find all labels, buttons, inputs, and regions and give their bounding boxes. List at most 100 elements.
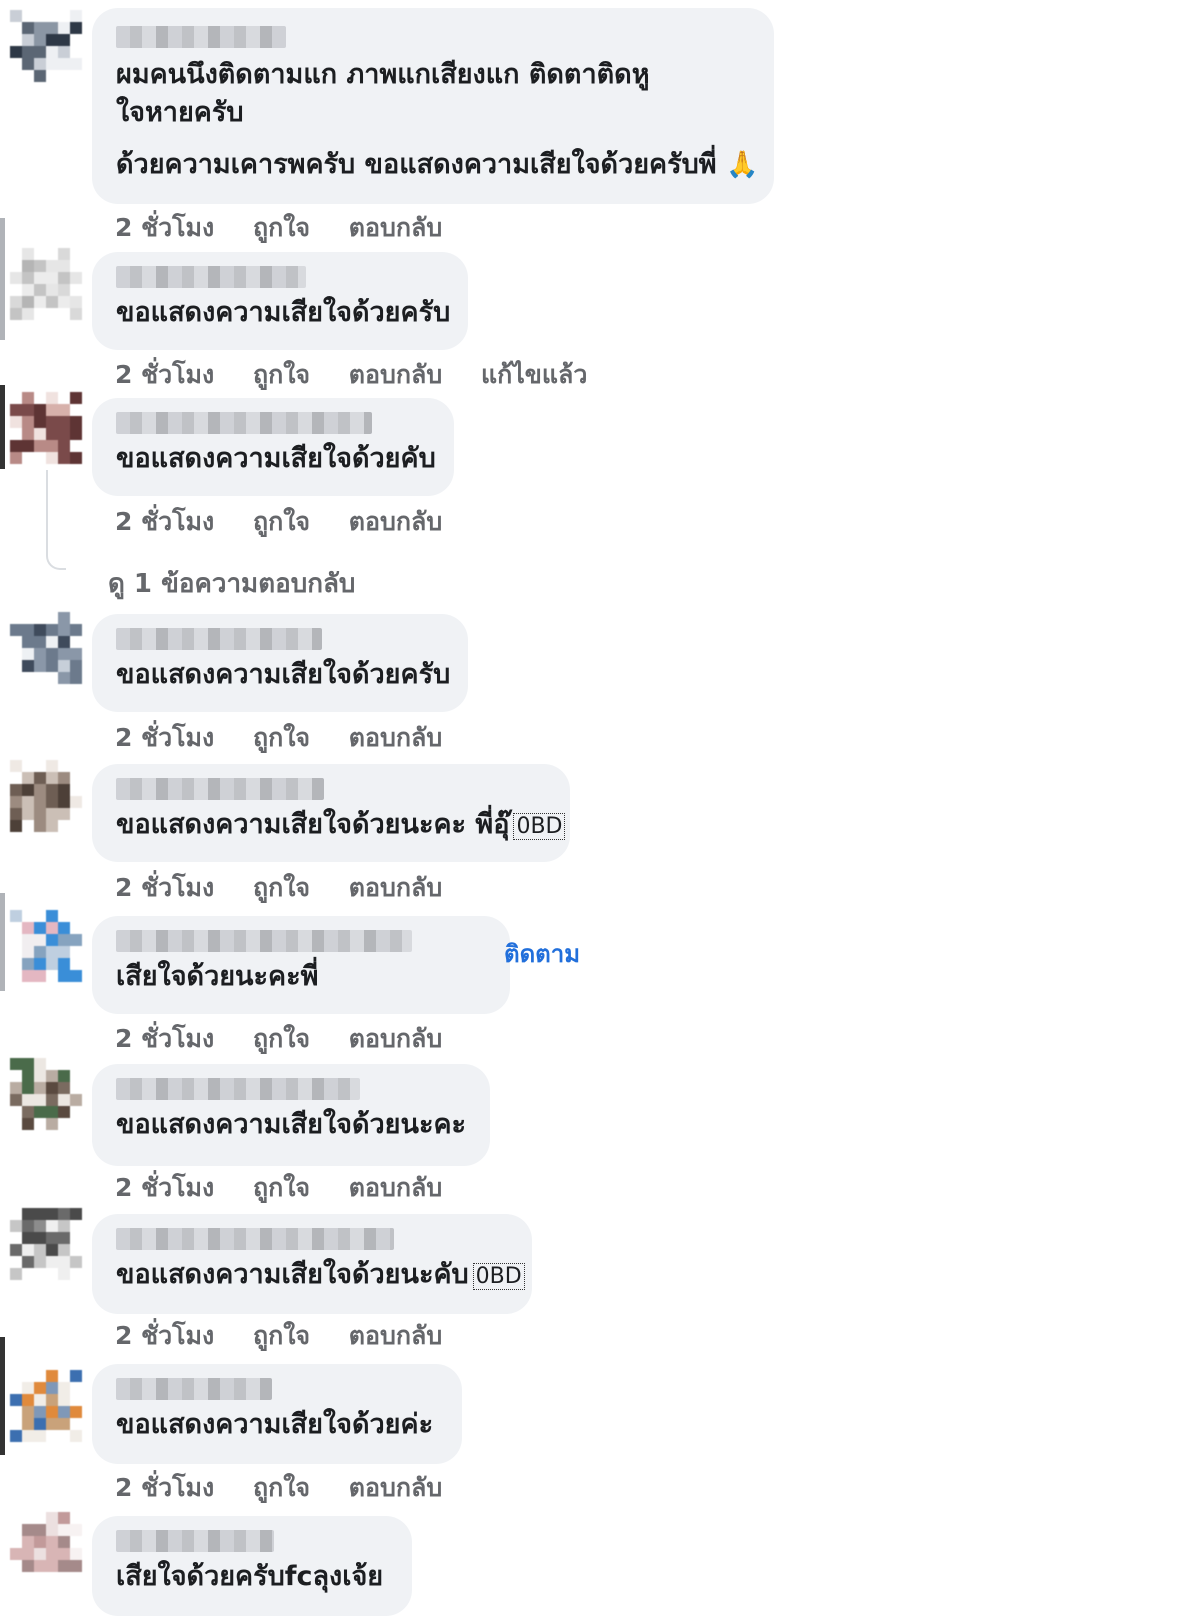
reply-button[interactable]: ตอบกลับ (349, 208, 442, 248)
avatar-pixel (58, 46, 70, 58)
avatar-pixel (10, 284, 22, 296)
avatar-pixel (34, 808, 46, 820)
comment-bubble: ขอแสดงความเสียใจด้วยค่ะ (92, 1364, 462, 1464)
avatar-pixel (10, 296, 22, 308)
author-name[interactable] (116, 266, 306, 288)
avatar-pixel (22, 1394, 34, 1406)
avatar[interactable] (10, 248, 82, 320)
avatar-pixel (58, 946, 70, 958)
avatar-pixel (58, 636, 70, 648)
reply-button[interactable]: ตอบกลับ (349, 502, 442, 542)
like-button[interactable]: ถูกใจ (253, 1019, 310, 1059)
avatar-pixel (58, 1512, 70, 1524)
reply-button[interactable]: ตอบกลับ (349, 355, 442, 395)
avatar-pixel (34, 1560, 46, 1572)
avatar-pixel (70, 1548, 82, 1560)
comment-text: เสียใจด้วยครับfcลุงเจ้ย (116, 1561, 384, 1592)
like-button[interactable]: ถูกใจ (253, 1316, 310, 1356)
avatar-pixel (22, 284, 34, 296)
avatar[interactable] (10, 1058, 82, 1130)
like-button[interactable]: ถูกใจ (253, 868, 310, 908)
avatar-pixel (46, 1382, 58, 1394)
reply-button[interactable]: ตอบกลับ (349, 1316, 442, 1356)
avatar-pixel (70, 272, 82, 284)
follow-link[interactable]: ติดตาม (504, 934, 580, 973)
comment-text: ขอแสดงความเสียใจด้วยค่ะ (116, 1409, 434, 1440)
avatar-pixel (10, 1370, 22, 1382)
timestamp[interactable]: 2 ชั่วโมง (115, 718, 214, 758)
avatar-pixel (34, 440, 46, 452)
author-name[interactable] (116, 930, 412, 952)
avatar[interactable] (10, 1512, 82, 1584)
like-button[interactable]: ถูกใจ (253, 355, 310, 395)
avatar[interactable] (10, 392, 82, 464)
comment-text: ขอแสดงความเสียใจด้วยครับ (116, 297, 451, 328)
avatar-pixel (22, 1256, 34, 1268)
avatar-pixel (46, 1560, 58, 1572)
avatar-pixel (58, 970, 70, 982)
timestamp[interactable]: 2 ชั่วโมง (115, 1168, 214, 1208)
reply-button[interactable]: ตอบกลับ (349, 1019, 442, 1059)
author-name[interactable] (116, 26, 286, 48)
timestamp[interactable]: 2 ชั่วโมง (115, 208, 214, 248)
avatar-pixel (34, 248, 46, 260)
avatar-pixel (58, 660, 70, 672)
avatar-pixel (22, 70, 34, 82)
author-name[interactable] (116, 628, 322, 650)
timestamp[interactable]: 2 ชั่วโมง (115, 1019, 214, 1059)
comment-text: เสียใจด้วยนะคะพี่ (116, 961, 319, 992)
avatar-pixel (70, 648, 82, 660)
like-button[interactable]: ถูกใจ (253, 1168, 310, 1208)
avatar-pixel (10, 1082, 22, 1094)
avatar-pixel (70, 392, 82, 404)
edited-label[interactable]: แก้ไขแล้ว (481, 355, 587, 395)
reply-button[interactable]: ตอบกลับ (349, 868, 442, 908)
avatar[interactable] (10, 612, 82, 684)
folded-hands-icon: 🙏 (725, 150, 759, 180)
avatar-pixel (46, 660, 58, 672)
author-name[interactable] (116, 778, 324, 800)
avatar[interactable] (10, 1208, 82, 1280)
avatar[interactable] (10, 1370, 82, 1442)
like-button[interactable]: ถูกใจ (253, 718, 310, 758)
avatar-pixel (10, 260, 22, 272)
avatar-pixel (34, 1418, 46, 1430)
timestamp[interactable]: 2 ชั่วโมง (115, 1468, 214, 1508)
avatar-pixel (10, 970, 22, 982)
timestamp[interactable]: 2 ชั่วโมง (115, 355, 214, 395)
avatar-pixel (70, 1244, 82, 1256)
like-button[interactable]: ถูกใจ (253, 502, 310, 542)
avatar-pixel (10, 1406, 22, 1418)
author-name[interactable] (116, 1378, 272, 1400)
avatar-pixel (22, 772, 34, 784)
avatar-pixel (34, 796, 46, 808)
avatar-pixel (10, 1256, 22, 1268)
avatar-pixel (10, 772, 22, 784)
reply-button[interactable]: ตอบกลับ (349, 718, 442, 758)
like-button[interactable]: ถูกใจ (253, 208, 310, 248)
timestamp[interactable]: 2 ชั่วโมง (115, 1316, 214, 1356)
avatar-pixel (58, 1548, 70, 1560)
avatar-pixel (46, 1430, 58, 1442)
avatar-pixel (70, 624, 82, 636)
avatar[interactable] (10, 910, 82, 982)
avatar[interactable] (10, 760, 82, 832)
reply-button[interactable]: ตอบกลับ (349, 1468, 442, 1508)
reply-button[interactable]: ตอบกลับ (349, 1168, 442, 1208)
avatar[interactable] (10, 10, 82, 82)
view-replies-link[interactable]: ดู 1 ข้อความตอบกลับ (108, 563, 355, 604)
author-name[interactable] (116, 1078, 360, 1100)
avatar-pixel (34, 296, 46, 308)
avatar-pixel (58, 1536, 70, 1548)
author-name[interactable] (116, 1530, 274, 1552)
timestamp[interactable]: 2 ชั่วโมง (115, 868, 214, 908)
comment-actions: 2 ชั่วโมง ถูกใจ ตอบกลับ แก้ไขแล้ว (115, 355, 617, 395)
timestamp[interactable]: 2 ชั่วโมง (115, 502, 214, 542)
author-name[interactable] (116, 1228, 394, 1250)
avatar-pixel (34, 1268, 46, 1280)
like-button[interactable]: ถูกใจ (253, 1468, 310, 1508)
avatar-pixel (34, 1106, 46, 1118)
author-name[interactable] (116, 412, 372, 434)
avatar-pixel (70, 260, 82, 272)
avatar-pixel (70, 1082, 82, 1094)
